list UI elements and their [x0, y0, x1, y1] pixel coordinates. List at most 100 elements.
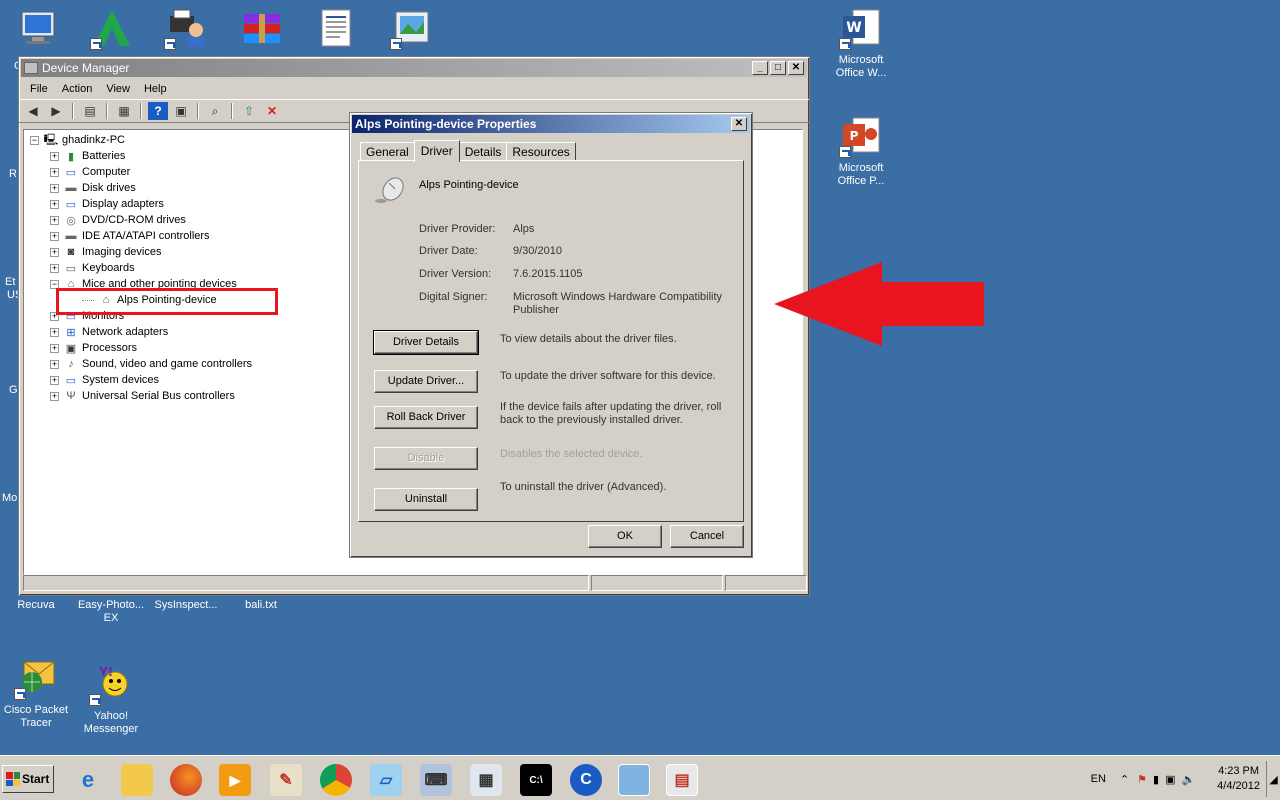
show-desktop-button[interactable]: ◢ — [1266, 761, 1280, 797]
file-explorer-icon[interactable] — [121, 764, 153, 796]
expand-toggle[interactable]: + — [50, 151, 59, 161]
expand-toggle[interactable]: + — [50, 327, 59, 337]
desktop-icon-ms-word[interactable]: W Microsoft Office W... — [823, 6, 899, 80]
tree-item-system-devices[interactable]: + ▭ System devices — [50, 372, 159, 388]
tree-root[interactable]: − 🖳 ghadinkz-PC — [30, 132, 125, 148]
update-driver-icon[interactable]: ⇧ — [239, 102, 259, 120]
show-hidden-icons[interactable]: ⌃ — [1120, 773, 1129, 786]
control-panel-icon[interactable] — [618, 764, 650, 796]
expand-toggle[interactable]: + — [50, 215, 59, 225]
dvd-drive-icon: ◎ — [66, 214, 76, 227]
ms-powerpoint-icon: P — [839, 114, 883, 158]
command-prompt-icon[interactable]: C:\ — [520, 764, 552, 796]
network-icon[interactable]: ▣ — [1165, 773, 1175, 786]
collapse-toggle[interactable]: − — [30, 135, 39, 145]
expand-toggle[interactable]: + — [50, 375, 59, 385]
calculator-icon[interactable]: ▦ — [470, 764, 502, 796]
driver-details-button[interactable]: Driver Details — [373, 330, 479, 355]
paint-icon[interactable]: ✎ — [270, 764, 302, 796]
disable-desc: Disables the selected device. — [500, 448, 643, 460]
chrome-icon[interactable] — [320, 764, 352, 796]
expand-toggle[interactable]: + — [50, 343, 59, 353]
desktop-icon-picture-app[interactable] — [374, 6, 450, 54]
notes-icon[interactable]: ▱ — [370, 764, 402, 796]
expand-toggle[interactable]: + — [50, 247, 59, 257]
expand-toggle[interactable]: + — [50, 231, 59, 241]
start-button[interactable]: Start — [2, 765, 54, 793]
keyboard-app-icon[interactable]: ⌨ — [420, 764, 452, 796]
expand-toggle[interactable]: + — [50, 183, 59, 193]
action-center-icon[interactable]: ⚑ — [1137, 773, 1147, 786]
tree-item-keyboards[interactable]: + ▭ Keyboards — [50, 260, 135, 276]
desktop-icon-computer[interactable] — [0, 6, 76, 54]
desktop-icon-recuva[interactable]: Recuva — [0, 599, 74, 612]
media-player-icon[interactable]: ▶ — [219, 764, 251, 796]
menu-file[interactable]: File — [23, 83, 55, 95]
update-driver-button[interactable]: Update Driver... — [374, 370, 478, 393]
show-hide-tree-icon[interactable]: ▤ — [80, 102, 100, 120]
tree-item-sound-video-game[interactable]: + ♪ Sound, video and game controllers — [50, 356, 252, 372]
uninstall-button[interactable]: Uninstall — [374, 488, 478, 511]
desktop-icon-easy-photo[interactable]: Easy-Photo... EX — [72, 599, 150, 625]
tree-item-network-adapters[interactable]: + ⊞ Network adapters — [50, 324, 168, 340]
tree-item-display-adapters[interactable]: + ▭ Display adapters — [50, 196, 164, 212]
menu-help[interactable]: Help — [137, 83, 174, 95]
volume-icon[interactable]: 🔈 — [1181, 773, 1195, 786]
firefox-icon[interactable] — [170, 764, 202, 796]
help-icon[interactable]: ? — [148, 102, 168, 120]
minimize-button[interactable]: _ — [752, 61, 768, 75]
disable-button[interactable]: Disable — [374, 447, 478, 470]
tab-general[interactable]: General — [360, 142, 415, 161]
cancel-button[interactable]: Cancel — [670, 525, 744, 548]
tree-item-processors[interactable]: + ▣ Processors — [50, 340, 137, 356]
desktop-icon-cisco-packet-tracer[interactable]: Cisco Packet Tracer — [0, 656, 74, 730]
back-arrow-icon[interactable]: ◀ — [23, 102, 43, 120]
desktop-icon-word-doc[interactable] — [298, 6, 374, 54]
desktop-icon-winrar[interactable] — [224, 6, 300, 54]
dialog-close-button[interactable]: ✕ — [731, 117, 747, 131]
tree-item-dvd-drives[interactable]: + ◎ DVD/CD-ROM drives — [50, 212, 186, 228]
uninstall-icon[interactable]: ✕ — [262, 102, 282, 120]
desktop-icon-printer-user[interactable] — [148, 6, 224, 54]
status-pane — [725, 575, 807, 591]
processor-icon: ▣ — [65, 342, 77, 355]
clock[interactable]: 4:23 PM 4/4/2012 — [1217, 764, 1260, 794]
tree-item-batteries[interactable]: + ▮ Batteries — [50, 148, 125, 164]
power-icon[interactable]: ▮ — [1153, 773, 1159, 786]
expand-toggle[interactable]: + — [50, 199, 59, 209]
properties-titlebar[interactable]: Alps Pointing-device Properties ✕ — [352, 115, 750, 133]
expand-toggle[interactable]: + — [50, 167, 59, 177]
language-indicator[interactable]: EN — [1091, 773, 1106, 785]
menu-action[interactable]: Action — [55, 83, 100, 95]
tree-item-computer[interactable]: + ▭ Computer — [50, 164, 130, 180]
roll-back-driver-button[interactable]: Roll Back Driver — [374, 406, 478, 429]
tree-item-usb-controllers[interactable]: + Ψ Universal Serial Bus controllers — [50, 388, 235, 404]
ok-button[interactable]: OK — [588, 525, 662, 548]
ccleaner-icon[interactable]: C — [570, 764, 602, 796]
expand-toggle[interactable]: + — [50, 359, 59, 369]
action-pane-icon[interactable]: ▣ — [171, 102, 191, 120]
desktop-icon-yahoo-messenger[interactable]: Y! Yahoo! Messenger — [73, 662, 149, 736]
scan-hardware-icon[interactable]: ⌕ — [205, 102, 225, 120]
tree-item-disk-drives[interactable]: + ▬ Disk drives — [50, 180, 136, 196]
digital-signer-value: Microsoft Windows Hardware Compatibility… — [513, 291, 723, 316]
desktop-icon-sysinspect[interactable]: SysInspect... — [148, 599, 224, 612]
desktop-icon-app-green[interactable] — [74, 6, 150, 54]
internet-explorer-icon[interactable]: e — [72, 764, 104, 796]
maximize-button[interactable]: □ — [770, 61, 786, 75]
device-manager-taskbar-icon[interactable]: ▤ — [666, 764, 698, 796]
expand-toggle[interactable]: + — [50, 263, 59, 273]
tree-item-imaging-devices[interactable]: + ◙ Imaging devices — [50, 244, 162, 260]
desktop-icon-bali-txt[interactable]: bali.txt — [223, 599, 299, 612]
close-button[interactable]: ✕ — [788, 61, 804, 75]
menu-view[interactable]: View — [99, 83, 137, 95]
tab-resources[interactable]: Resources — [506, 142, 576, 161]
expand-toggle[interactable]: + — [50, 391, 59, 401]
device-manager-titlebar[interactable]: Device Manager _ □ ✕ — [21, 59, 807, 77]
properties-icon[interactable]: ▦ — [114, 102, 134, 120]
forward-arrow-icon[interactable]: ▶ — [46, 102, 66, 120]
tab-details[interactable]: Details — [458, 142, 508, 161]
tree-item-ide-controllers[interactable]: + ▬ IDE ATA/ATAPI controllers — [50, 228, 210, 244]
tab-driver[interactable]: Driver — [413, 140, 460, 162]
desktop-icon-ms-powerpoint[interactable]: P Microsoft Office P... — [823, 114, 899, 188]
